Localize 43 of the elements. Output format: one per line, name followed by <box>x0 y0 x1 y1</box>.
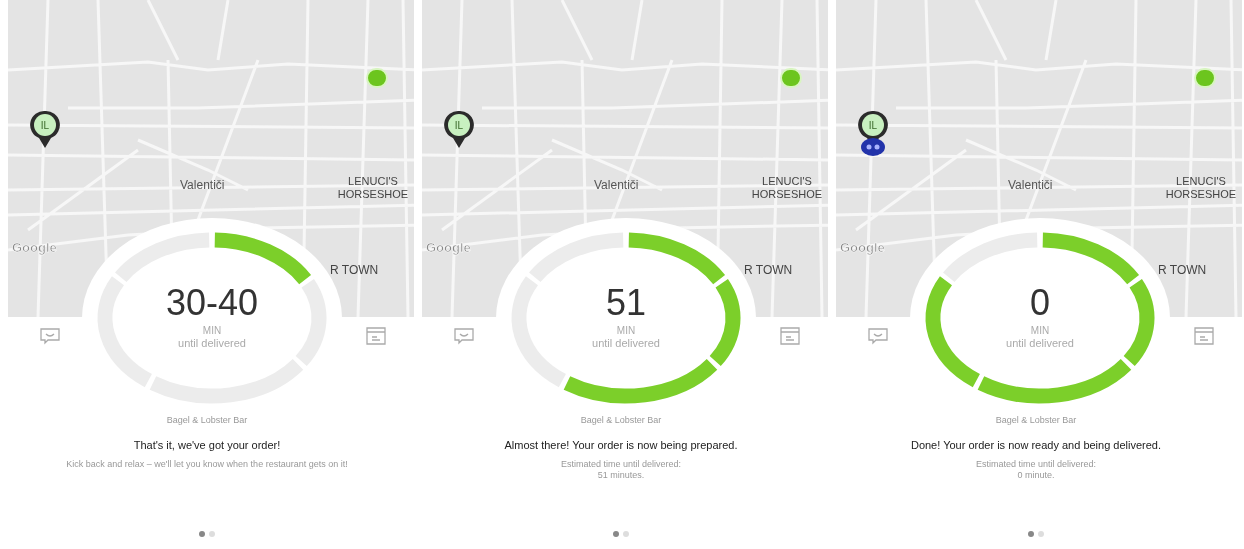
map-label: Valentiči <box>1008 177 1053 194</box>
map-label: LENUCI'S HORSESHOE <box>336 175 410 201</box>
receipt-icon[interactable] <box>365 326 387 346</box>
receipt-icon[interactable] <box>1193 326 1215 346</box>
status-detail: Estimated time until delivered: <box>560 459 682 470</box>
status-detail: Kick back and relax – we'll let you know when the restaurant gets on it! <box>66 459 348 470</box>
time-caption: until delivered <box>178 337 246 350</box>
map-logo: Google <box>840 239 885 257</box>
time-caption: until delivered <box>1006 337 1074 350</box>
receipt-icon[interactable] <box>779 326 801 346</box>
map-logo: Google <box>12 239 57 257</box>
map-label: LENUCI'S HORSESHOE <box>750 175 824 201</box>
map-label: Valentiči <box>180 177 225 194</box>
status-detail: 51 minutes. <box>597 470 645 481</box>
time-unit: MIN <box>202 325 222 337</box>
time-value: 51 <box>605 283 646 323</box>
map-label: LENUCI'S HORSESHOE <box>1164 175 1238 201</box>
map-label: R TOWN <box>744 262 793 279</box>
map-pin <box>443 110 475 150</box>
chat-icon[interactable] <box>39 327 61 345</box>
restaurant-name: Bagel & Lobster Bar <box>995 414 1077 426</box>
map-label: R TOWN <box>1158 262 1207 279</box>
map-pin <box>29 110 61 150</box>
pin-label: IL <box>39 119 51 133</box>
time-unit: MIN <box>1030 325 1050 337</box>
status-headline: Almost there! Your order is now being prepared. <box>504 438 738 452</box>
time-value: 0 <box>1030 283 1050 323</box>
chat-icon[interactable] <box>453 327 475 345</box>
status-headline: That's it, we've got your order! <box>133 438 281 452</box>
status-detail: Estimated time until delivered: <box>975 459 1097 470</box>
time-caption: until delivered <box>592 337 660 350</box>
map-label: R TOWN <box>330 262 379 279</box>
status-detail: 0 minute. <box>1017 470 1055 481</box>
restaurant-name: Bagel & Lobster Bar <box>580 414 662 426</box>
restaurant-name: Bagel & Lobster Bar <box>166 414 248 426</box>
pin-label: IL <box>453 119 465 133</box>
time-unit: MIN <box>616 325 636 337</box>
chat-icon[interactable] <box>867 327 889 345</box>
map-label: Valentiči <box>594 177 639 194</box>
status-headline: Done! Your order is now ready and being delivered. <box>910 438 1162 452</box>
map-logo: Google <box>426 239 471 257</box>
pin-label: IL <box>867 119 879 133</box>
time-value: 30-40 <box>165 283 259 323</box>
